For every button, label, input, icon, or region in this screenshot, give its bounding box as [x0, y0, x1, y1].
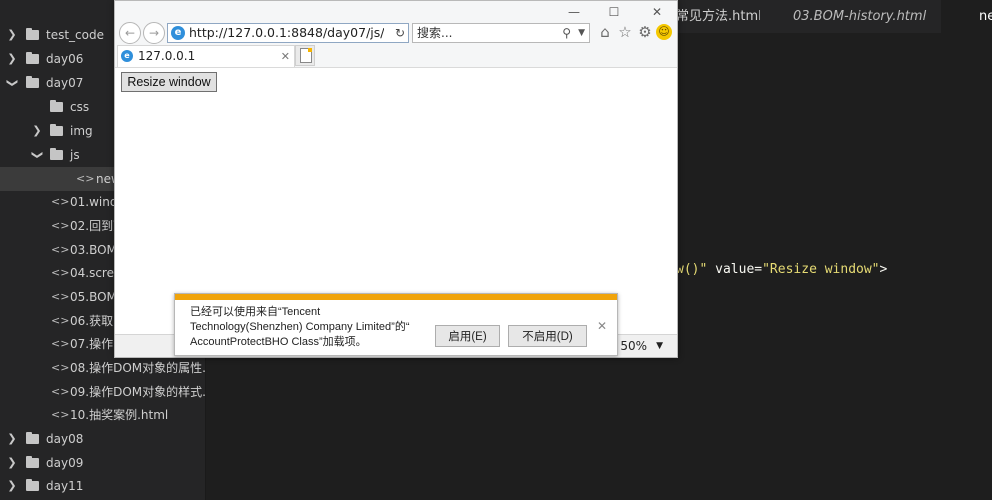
html-file-icon: <> [51, 361, 70, 374]
chevron-right-icon: ❯ [32, 124, 42, 137]
new-tab-button[interactable] [295, 45, 315, 66]
editor-tab-active[interactable]: ne [941, 0, 992, 33]
tree-item-label: css [70, 100, 90, 114]
tree-item-label: 08.操作DOM对象的属性... [70, 361, 205, 375]
html-file-icon: <> [51, 266, 70, 279]
folder-icon [50, 100, 63, 112]
smiley-icon[interactable]: ☺ [656, 24, 672, 40]
html-file-icon: <> [51, 385, 70, 398]
home-icon[interactable]: ⌂ [596, 23, 614, 41]
chevron-down-icon[interactable]: ▼ [656, 335, 663, 357]
chevron-right-icon: ❯ [7, 479, 17, 492]
maximize-icon[interactable]: ☐ [600, 3, 628, 21]
browser-toolbar: — ☐ ✕ ← → e http://127.0.0.1:8848/day07/… [115, 1, 677, 68]
address-text: http://127.0.0.1:8848/day07/js/new_ [189, 25, 384, 40]
tree-folder-day09[interactable]: ❯ day09 [0, 451, 205, 475]
enable-button[interactable]: 启用(E) [435, 325, 500, 347]
chevron-right-icon: ❯ [7, 52, 17, 65]
resize-window-button[interactable]: Resize window [121, 72, 217, 92]
tree-item-label: day08 [46, 432, 84, 446]
search-icon[interactable]: ⚲ [562, 24, 571, 42]
tree-item-label: day09 [46, 456, 84, 470]
code-token-attr: value= [707, 262, 763, 277]
html-file-icon: <> [51, 314, 70, 327]
minimize-icon[interactable]: — [560, 3, 588, 21]
tree-item-label: 10.抽奖案例.html [70, 408, 169, 422]
forward-arrow-icon[interactable]: → [143, 22, 165, 44]
browser-tab[interactable]: e 127.0.0.1 ✕ [117, 45, 295, 67]
html-file-icon: <> [51, 337, 70, 350]
notification-message: 已经可以使用来自“Tencent Technology(Shenzhen) Co… [190, 305, 430, 350]
tree-item-label: js [70, 148, 80, 162]
html-file-icon: <> [51, 219, 70, 232]
folder-icon [26, 76, 39, 88]
close-icon[interactable]: ✕ [281, 46, 290, 67]
gear-icon[interactable]: ⚙ [636, 23, 654, 41]
tree-file-09[interactable]: <> 09.操作DOM对象的样式... [0, 380, 205, 404]
tree-item-label: day07 [46, 76, 84, 90]
chevron-down-icon[interactable]: ▼ [578, 24, 585, 42]
new-tab-icon [300, 48, 312, 63]
notification-accent-bar [175, 294, 617, 300]
notification-line: Technology(Shenzhen) Company Limited”的“ [190, 321, 410, 333]
folder-icon [26, 432, 39, 444]
tree-item-label: test_code [46, 28, 104, 42]
html-file-icon: <> [51, 195, 70, 208]
refresh-icon[interactable]: ↻ [395, 24, 405, 42]
tree-file-10[interactable]: <> 10.抽奖案例.html [0, 403, 205, 427]
folder-icon [26, 52, 39, 64]
tree-item-label: 09.操作DOM对象的样式... [70, 385, 205, 399]
code-token-call: w()" [676, 262, 708, 277]
tree-folder-day08[interactable]: ❯ day08 [0, 427, 205, 451]
code-token-end: > [879, 262, 888, 277]
tree-item-label: day06 [46, 52, 84, 66]
html-file-icon: <> [51, 243, 70, 256]
ie-logo-icon: e [121, 50, 133, 62]
chevron-right-icon: ❯ [7, 456, 17, 469]
notification-line: 已经可以使用来自“Tencent [190, 306, 321, 318]
chevron-right-icon: ❯ [7, 28, 17, 41]
code-token-value: "Resize window" [762, 262, 880, 277]
star-icon[interactable]: ☆ [616, 23, 634, 41]
folder-icon [26, 28, 39, 40]
folder-icon [50, 148, 63, 160]
tree-item-label: day11 [46, 479, 84, 493]
zoom-level[interactable]: 50% [620, 335, 647, 357]
code-line: w()" value="Resize window"> [676, 262, 887, 277]
folder-icon [50, 124, 63, 136]
editor-tab-bom-history[interactable]: 03.BOM-history.html [766, 0, 965, 33]
chevron-down-icon: ❯ [31, 150, 44, 160]
chevron-right-icon: ❯ [7, 432, 17, 445]
html-file-icon: <> [51, 408, 70, 421]
search-placeholder: 搜索... [417, 26, 453, 40]
notification-line: AccountProtectBHO Class”加载项。 [190, 336, 367, 348]
folder-icon [26, 456, 39, 468]
tree-folder-day11[interactable]: ❯ day11 [0, 474, 205, 498]
chevron-down-icon: ❯ [6, 78, 19, 88]
editor-tab-common-methods[interactable]: 常见方法.html [670, 0, 760, 33]
browser-tab-title: 127.0.0.1 [138, 49, 196, 63]
addon-notification: 已经可以使用来自“Tencent Technology(Shenzhen) Co… [174, 293, 618, 356]
tree-item-label: img [70, 124, 93, 138]
close-icon[interactable]: ✕ [597, 319, 607, 333]
html-file-icon: <> [76, 172, 95, 185]
search-box[interactable]: 搜索... ⚲ ▼ [412, 23, 590, 43]
back-arrow-icon[interactable]: ← [119, 22, 141, 44]
html-file-icon: <> [51, 290, 70, 303]
tree-file-08[interactable]: <> 08.操作DOM对象的属性... [0, 356, 205, 380]
ie-logo-icon: e [171, 26, 185, 40]
disable-button[interactable]: 不启用(D) [508, 325, 587, 347]
close-icon[interactable]: ✕ [643, 3, 671, 21]
folder-icon [26, 479, 39, 491]
address-bar[interactable]: e http://127.0.0.1:8848/day07/js/new_ ↻ [167, 23, 409, 43]
